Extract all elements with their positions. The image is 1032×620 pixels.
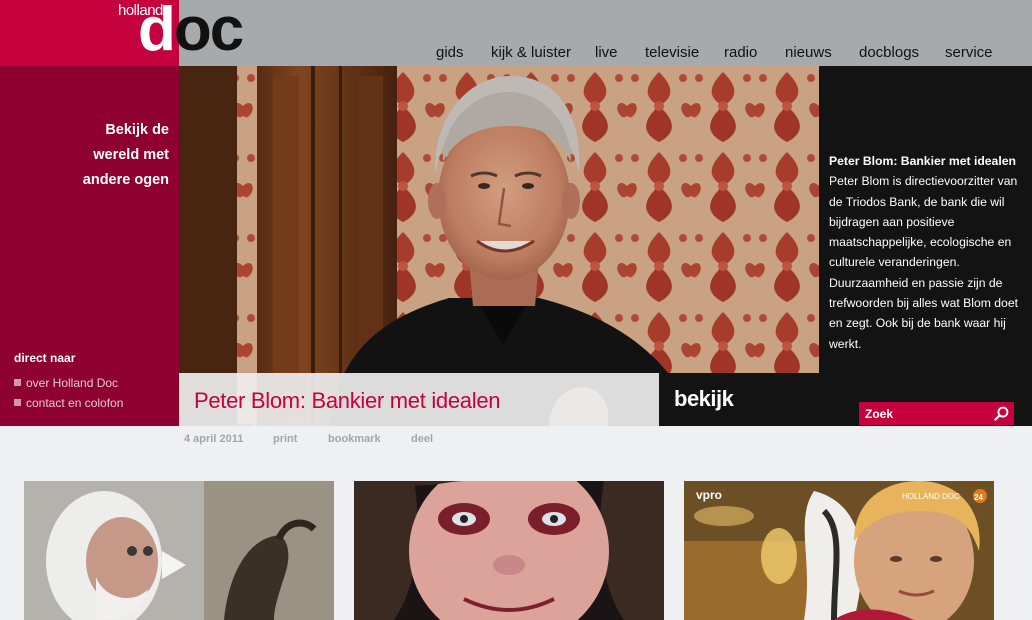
- thumbnail-badge: 24: [974, 493, 983, 502]
- video-thumbnail[interactable]: vpro HOLLAND DOC 24: [684, 481, 994, 620]
- search-icon[interactable]: [994, 406, 1009, 421]
- search-box: [859, 402, 1014, 425]
- nav-item-live[interactable]: live: [595, 44, 618, 61]
- watch-label: bekijk: [674, 386, 734, 411]
- nav-item-gids[interactable]: gids: [436, 44, 464, 61]
- thumbnail-image: [354, 481, 664, 620]
- link-contact-colofon[interactable]: contact en colofon: [14, 396, 123, 410]
- description: Peter Blom: Bankier met idealen Peter Bl…: [829, 151, 1025, 354]
- nav-item-kijk-luister[interactable]: kijk & luister: [491, 44, 571, 61]
- hero-image[interactable]: Peter Blom: Bankier met idealen bekijk: [179, 66, 819, 426]
- page: holland doc gids kijk & luister live tel…: [0, 0, 1032, 620]
- nav-item-nieuws[interactable]: nieuws: [785, 44, 832, 61]
- header: holland doc gids kijk & luister live tel…: [0, 0, 1032, 66]
- thumbnail-logo-right: HOLLAND DOC: [902, 492, 960, 501]
- search-input[interactable]: [865, 405, 985, 422]
- nav-item-radio[interactable]: radio: [724, 44, 757, 61]
- video-thumbnail[interactable]: [24, 481, 334, 620]
- bullet-icon: [14, 379, 21, 386]
- thumbnail-image: [24, 481, 334, 620]
- hero-caption-bar[interactable]: Peter Blom: Bankier met idealen: [179, 373, 659, 426]
- bookmark-link[interactable]: bookmark: [328, 433, 381, 445]
- nav-item-service[interactable]: service: [945, 44, 993, 61]
- logo-doc-text: doc: [138, 0, 244, 70]
- share-link[interactable]: deel: [411, 433, 433, 445]
- thumbnail-image: vpro HOLLAND DOC 24: [684, 481, 994, 620]
- link-label: contact en colofon: [26, 396, 124, 410]
- logo[interactable]: holland doc: [0, 0, 244, 66]
- bullet-icon: [14, 399, 21, 406]
- tagline-line: andere ogen: [82, 172, 169, 188]
- watch-button[interactable]: bekijk: [659, 373, 819, 426]
- tagline: Bekijk de wereld met andere ogen: [9, 118, 169, 193]
- direct-title: direct naar: [14, 351, 76, 365]
- link-label: over Holland Doc: [26, 376, 119, 390]
- sidebar: Bekijk de wereld met andere ogen direct …: [0, 66, 179, 426]
- tagline-line: wereld met: [93, 147, 169, 163]
- video-thumbnail[interactable]: [354, 481, 664, 620]
- nav-item-docblogs[interactable]: docblogs: [859, 44, 919, 61]
- publish-date: 4 april 2011: [184, 433, 244, 445]
- link-over-holland-doc[interactable]: over Holland Doc: [14, 376, 118, 390]
- logo-oc: oc: [173, 0, 244, 64]
- hero-photo: [179, 66, 819, 426]
- nav-item-televisie[interactable]: televisie: [645, 44, 699, 61]
- description-panel: Peter Blom: Bankier met idealen Peter Bl…: [819, 66, 1032, 426]
- hero-caption-title[interactable]: Peter Blom: Bankier met idealen: [194, 388, 501, 414]
- thumbnail-logo-left: vpro: [696, 488, 722, 502]
- tagline-line: Bekijk de: [105, 122, 169, 138]
- logo-d: d: [138, 0, 176, 64]
- print-link[interactable]: print: [273, 433, 297, 445]
- description-title: Peter Blom: Bankier met idealen: [829, 154, 1016, 168]
- description-text: Peter Blom is directievoorzitter van de …: [829, 174, 1019, 351]
